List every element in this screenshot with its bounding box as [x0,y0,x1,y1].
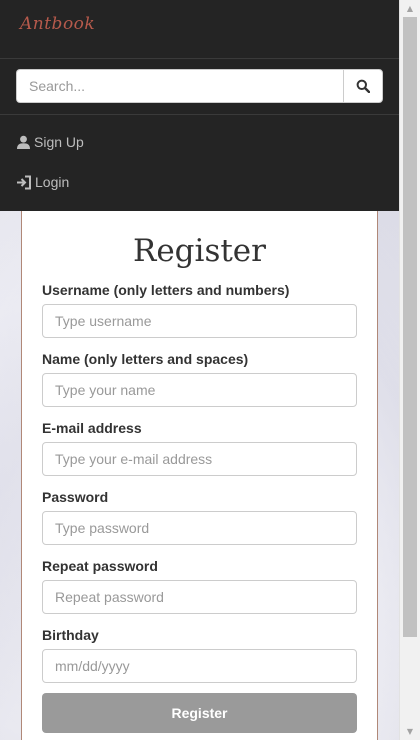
navbar-divider [0,58,399,59]
password-label: Password [42,489,109,505]
email-field[interactable] [42,442,357,476]
nav-login-label: Login [35,174,70,190]
username-label: Username (only letters and numbers) [42,282,290,298]
nav-signup-label: Sign Up [34,134,84,150]
birthday-label: Birthday [42,627,99,643]
navbar-divider [0,114,399,115]
page-scrollbar[interactable]: ▲ ▼ [399,0,420,740]
nav-signup-link[interactable]: Sign Up [16,132,84,152]
search-button[interactable] [343,69,383,103]
register-button[interactable]: Register [42,693,357,733]
scroll-down-arrow-icon[interactable]: ▼ [400,723,420,740]
register-panel: Register Username (only letters and numb… [21,211,378,740]
login-icon [16,175,32,190]
repeat-password-label: Repeat password [42,558,158,574]
name-label: Name (only letters and spaces) [42,351,249,367]
search-icon [356,79,370,93]
scroll-up-arrow-icon[interactable]: ▲ [400,0,420,17]
brand-logo[interactable]: Antbook [20,14,95,34]
nav-login-link[interactable]: Login [16,172,69,192]
search-input[interactable] [16,69,343,103]
navbar: Antbook Sign Up [0,0,399,211]
password-field[interactable] [42,511,357,545]
username-field[interactable] [42,304,357,338]
user-icon [16,135,31,150]
name-field[interactable] [42,373,357,407]
search-form [16,69,383,103]
email-label: E-mail address [42,420,142,436]
birthday-field[interactable] [42,649,357,683]
repeat-password-field[interactable] [42,580,357,614]
page-title: Register [133,233,266,269]
scrollbar-thumb[interactable] [403,17,417,637]
